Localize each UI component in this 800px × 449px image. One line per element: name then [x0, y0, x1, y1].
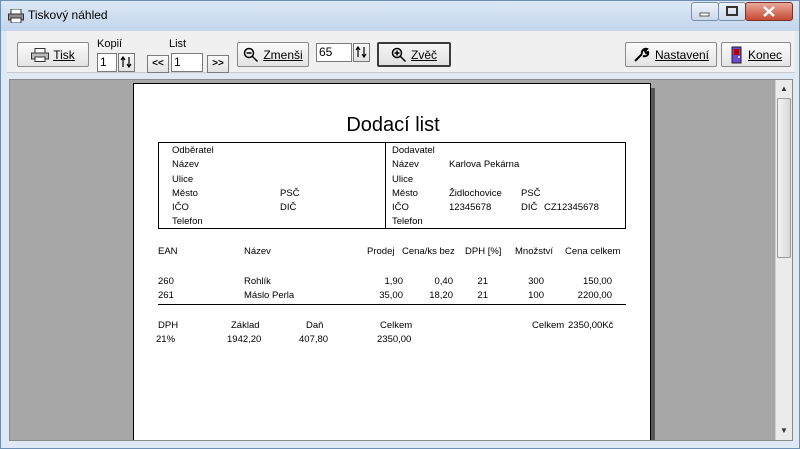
customer-street-label: Ulice — [172, 174, 194, 185]
customer-phone-label: Telefon — [172, 216, 203, 227]
printer-app-icon — [8, 9, 24, 23]
item-vat: 21 — [477, 276, 488, 287]
item-price: 35,00 — [379, 290, 403, 301]
zoom-out-label: Zmenši — [263, 47, 303, 62]
item-ean: 261 — [158, 290, 174, 301]
summary-tax-value: 407,80 — [299, 334, 329, 345]
toolbar: Tisk Kopií 1 List << 1 >> Zmenši 65 Zvěč… — [7, 31, 795, 73]
title-bar: Tiskový náhled — [1, 1, 799, 31]
customer-name-label: Název — [172, 159, 199, 170]
supplier-street-label: Ulice — [392, 174, 414, 185]
window-title: Tiskový náhled — [28, 8, 108, 22]
summary-base-header: Základ — [231, 320, 260, 331]
close-window-button[interactable] — [745, 2, 793, 21]
item-name: Máslo Perla — [244, 290, 295, 301]
supplier-name-value: Karlova Pekárna — [449, 159, 520, 170]
supplier-dic-label: DIČ — [521, 202, 538, 213]
supplier-name-label: Název — [392, 159, 419, 170]
zoom-spinner[interactable] — [353, 43, 370, 62]
grand-total-label: Celkem — [532, 320, 565, 331]
print-preview-window: Tiskový náhled Tisk Kopií 1 List << 1 >> — [0, 0, 800, 449]
copies-label: Kopií — [97, 38, 123, 50]
summary-tax-header: Daň — [306, 320, 324, 331]
wrench-icon — [634, 47, 650, 62]
supplier-city-label: Město — [392, 188, 418, 199]
scroll-thumb[interactable] — [777, 98, 791, 258]
preview-page: Dodací list Odběratel Název Ulice Město … — [133, 83, 651, 440]
item-name: Rohlík — [244, 276, 271, 287]
item-qty: 100 — [528, 290, 544, 301]
print-button[interactable]: Tisk — [17, 42, 89, 67]
supplier-ico-value: 12345678 — [449, 202, 492, 213]
col-name-header: Název — [244, 246, 271, 257]
settings-button[interactable]: Nastavení — [625, 42, 717, 67]
supplier-zip-label: PSČ — [521, 188, 541, 199]
maximize-button[interactable] — [718, 2, 746, 21]
grand-total-value: 2350,00Kč — [568, 320, 614, 331]
item-total: 150,00 — [582, 276, 612, 287]
address-box: Odběratel Název Ulice Město PSČ IČO DIČ … — [158, 142, 626, 229]
exit-door-icon — [731, 46, 742, 63]
items-bottom-rule — [158, 304, 626, 305]
zoom-field[interactable]: 65 — [316, 43, 352, 62]
summary-total-value: 2350,00 — [377, 334, 412, 345]
customer-dic-label: DIČ — [280, 202, 297, 213]
minimize-button[interactable] — [691, 2, 719, 21]
item-vat: 21 — [477, 290, 488, 301]
zoom-out-icon — [244, 47, 259, 62]
print-label: Tisk — [53, 47, 75, 62]
col-price-header: Prodej — [367, 246, 395, 257]
preview-viewport[interactable]: Dodací list Odběratel Název Ulice Město … — [9, 79, 793, 441]
col-qty-header: Množství — [515, 246, 554, 257]
copies-spinner[interactable] — [118, 53, 135, 72]
sheet-label: List — [169, 38, 187, 50]
document-title: Dodací list — [346, 114, 440, 136]
zoom-in-label: Zvěč — [410, 47, 437, 62]
page-shadow — [651, 88, 655, 440]
settings-label: Nastavení — [654, 47, 710, 62]
customer-city-label: Město — [172, 188, 198, 199]
supplier-header: Dodavatel — [392, 145, 435, 156]
close-preview-button[interactable]: Konec — [721, 42, 791, 67]
customer-header: Odběratel — [172, 145, 214, 156]
item-price-ex: 18,20 — [429, 290, 453, 301]
customer-ico-label: IČO — [172, 202, 189, 213]
supplier-city-value: Židlochovice — [449, 188, 502, 199]
zoom-in-button[interactable]: Zvěč — [377, 42, 451, 67]
col-total-header: Cena celkem — [565, 246, 621, 257]
customer-zip-label: PSČ — [280, 188, 300, 199]
scroll-up-arrow-icon[interactable]: ▲ — [776, 81, 792, 97]
summary-vat-value: 21% — [156, 334, 176, 345]
printer-icon — [31, 47, 50, 62]
scroll-down-arrow-icon[interactable]: ▼ — [776, 423, 792, 439]
address-divider — [385, 143, 386, 228]
col-vat-header: DPH [%] — [465, 246, 502, 257]
supplier-dic-value: CZ12345678 — [544, 202, 599, 213]
spin-arrows-icon — [120, 55, 132, 69]
item-qty: 300 — [528, 276, 544, 287]
col-price-ex-header: Cena/ks bez — [402, 246, 455, 257]
item-total: 2200,00 — [577, 290, 612, 301]
close-label: Konec — [747, 47, 783, 62]
next-sheet-button[interactable]: >> — [207, 55, 229, 73]
item-ean: 260 — [158, 276, 174, 287]
spin-arrows-icon — [355, 45, 367, 59]
supplier-phone-label: Telefon — [392, 216, 423, 227]
close-icon — [763, 6, 775, 17]
copies-field[interactable]: 1 — [97, 53, 117, 72]
vertical-scrollbar[interactable]: ▲ ▼ — [775, 80, 792, 440]
zoom-in-icon — [391, 47, 407, 62]
item-price-ex: 0,40 — [434, 276, 454, 287]
minimize-icon — [699, 12, 710, 17]
sheet-field[interactable]: 1 — [171, 53, 203, 72]
col-ean-header: EAN — [158, 246, 178, 257]
prev-sheet-button[interactable]: << — [147, 55, 169, 73]
maximize-icon — [726, 6, 738, 16]
zoom-out-button[interactable]: Zmenši — [237, 42, 309, 67]
summary-vat-header: DPH — [158, 320, 179, 331]
item-price: 1,90 — [384, 276, 404, 287]
summary-base-value: 1942,20 — [227, 334, 262, 345]
supplier-ico-label: IČO — [392, 202, 409, 213]
summary-total-header: Celkem — [380, 320, 413, 331]
